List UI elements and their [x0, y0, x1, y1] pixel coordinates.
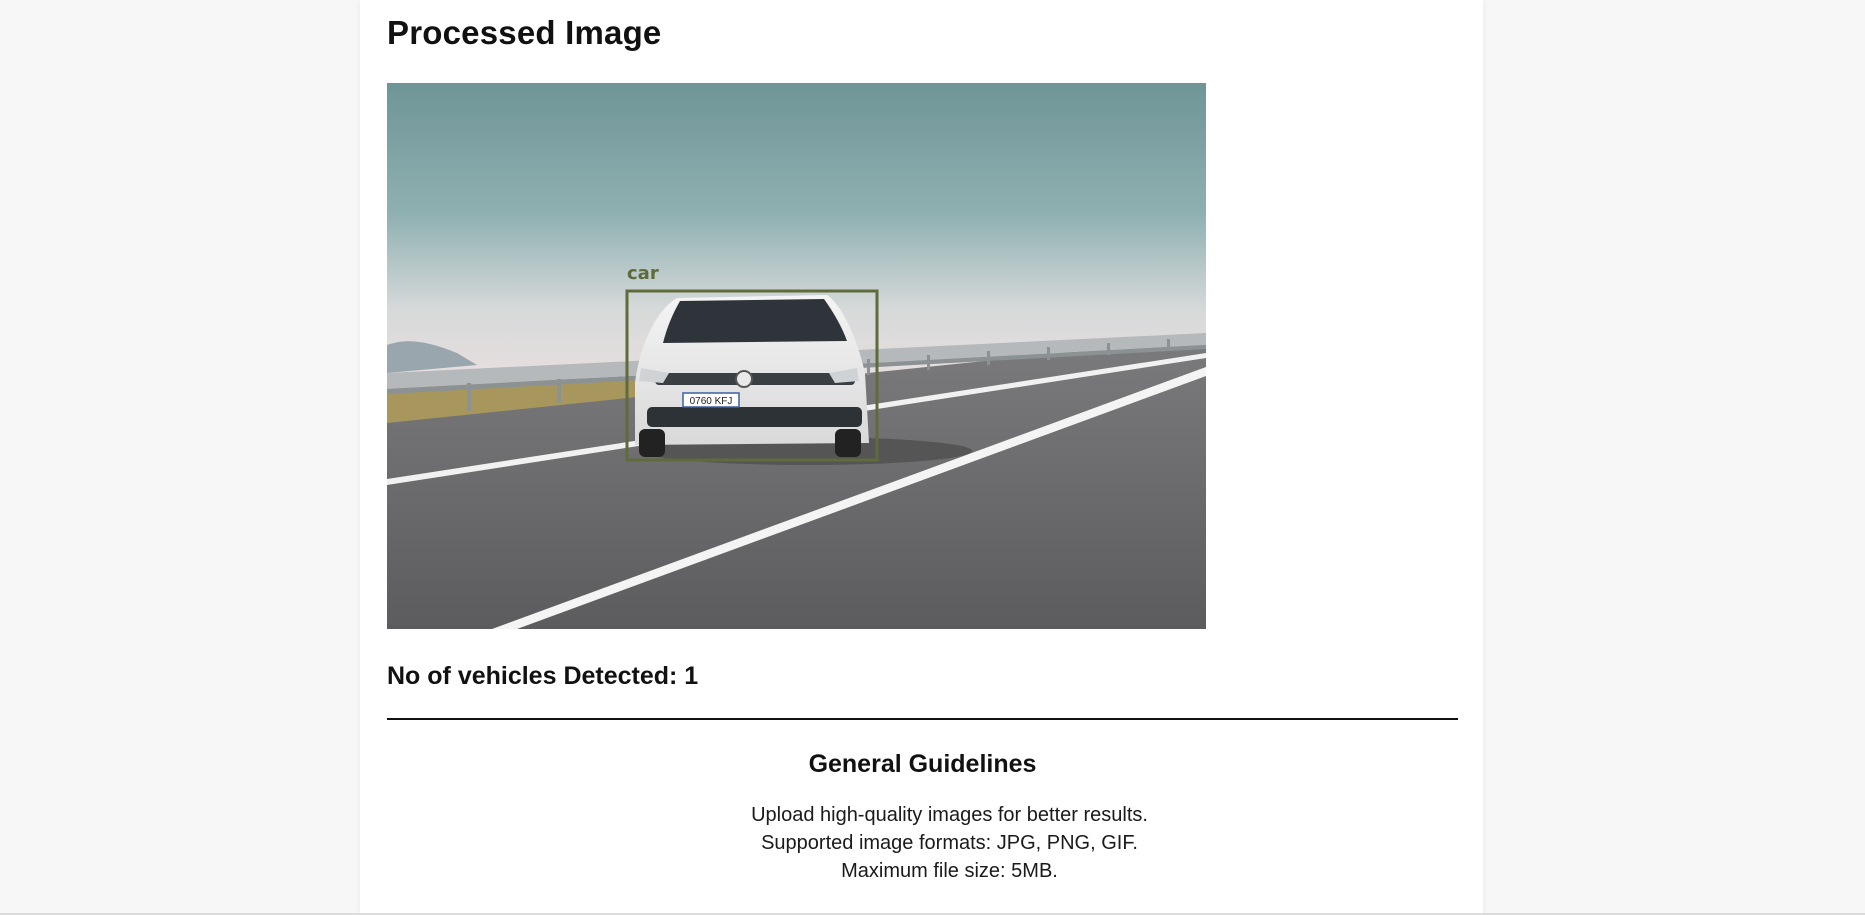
license-plate-text: 0760 KFJ	[690, 396, 733, 407]
section-divider	[387, 718, 1458, 720]
main-panel: Processed Image 0760 KFJ car No of vehic…	[360, 0, 1483, 915]
guidelines-section: General Guidelines Upload high-quality i…	[387, 750, 1458, 885]
detection-label: car	[627, 263, 659, 284]
guideline-item: Maximum file size: 5MB.	[841, 860, 1058, 882]
processed-image: 0760 KFJ car	[387, 83, 1206, 629]
vehicle-count: No of vehicles Detected: 1	[387, 662, 699, 690]
page-title: Processed Image	[387, 14, 662, 51]
detected-car: 0760 KFJ	[635, 295, 869, 457]
guideline-item: Upload high-quality images for better re…	[751, 804, 1148, 826]
guideline-item: Supported image formats: JPG, PNG, GIF.	[761, 832, 1138, 854]
processed-image-canvas: 0760 KFJ car	[387, 83, 1206, 629]
guidelines-heading: General Guidelines	[808, 750, 1037, 778]
